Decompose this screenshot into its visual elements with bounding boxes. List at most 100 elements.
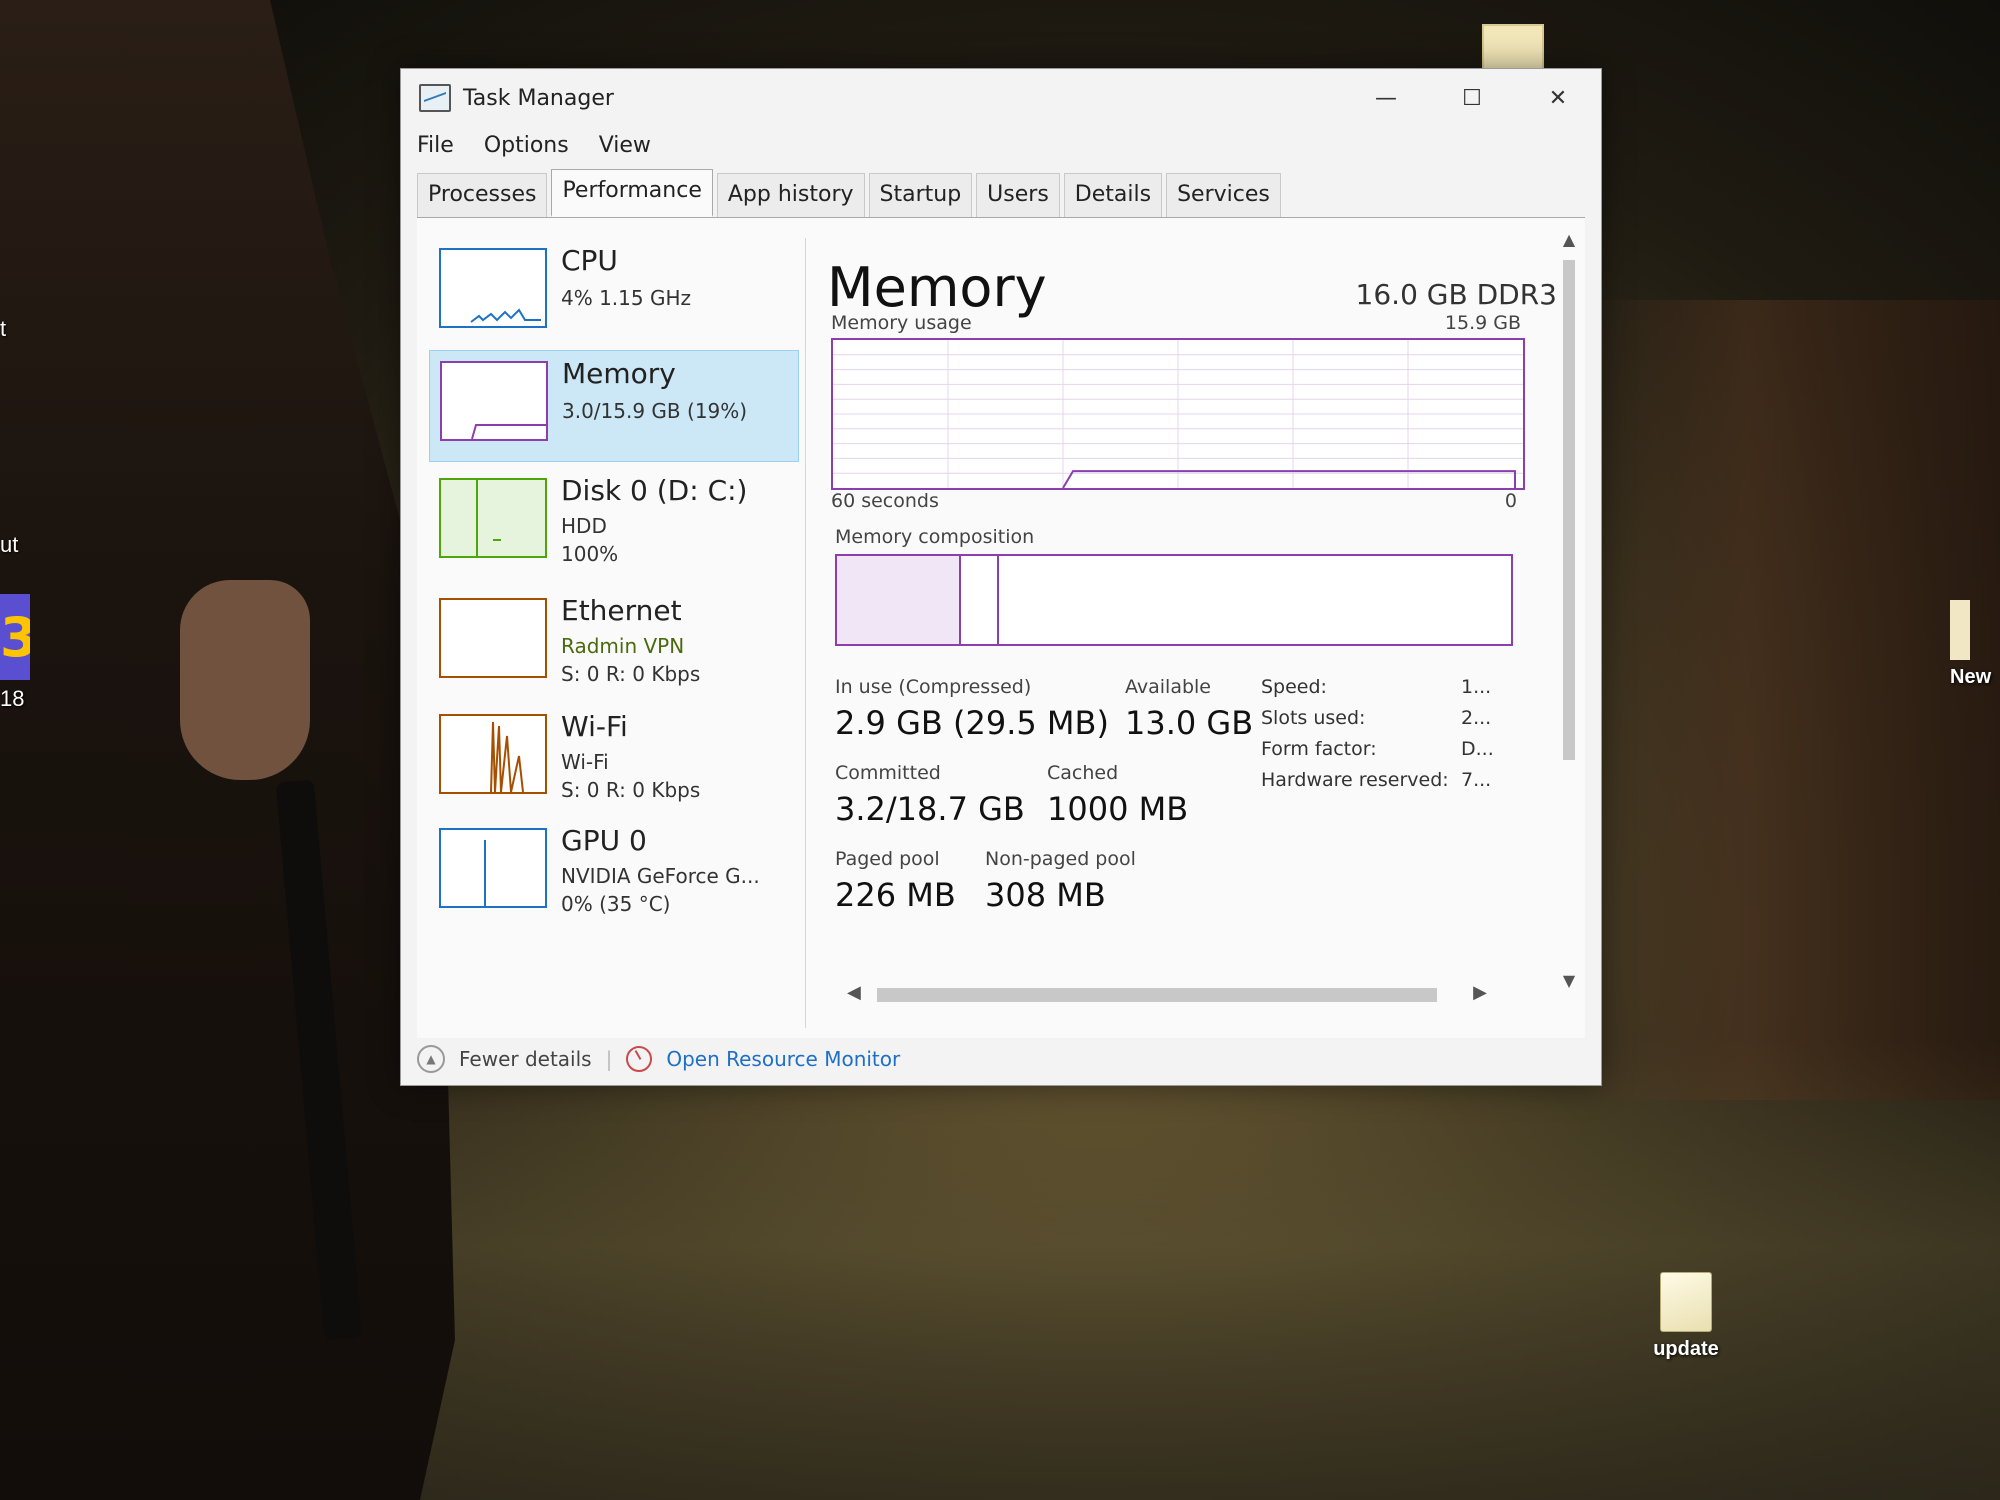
sidebar-item-sub: Radmin VPN [561, 634, 685, 658]
scroll-right-icon[interactable]: ▶ [1473, 982, 1487, 1003]
folder-icon [1660, 1272, 1712, 1332]
paged-pool-label: Paged pool [835, 848, 940, 870]
desktop-app-tile[interactable]: 3 [0, 594, 30, 680]
desktop-edge-text: ut [0, 532, 19, 557]
time-axis-left: 60 seconds [831, 490, 939, 512]
spec-slots-value: 2... [1461, 707, 1492, 729]
sidebar-item-sub2: S: 0 R: 0 Kbps [561, 778, 701, 802]
sidebar-item-label: GPU 0 [561, 824, 647, 857]
tab-performance[interactable]: Performance [551, 169, 713, 217]
close-button[interactable]: ✕ [1515, 69, 1601, 127]
desktop-edge-text: t [0, 316, 7, 341]
time-axis-right: 0 [1504, 490, 1517, 512]
scroll-thumb[interactable] [1563, 260, 1575, 760]
memory-composition-label: Memory composition [835, 526, 1035, 548]
sidebar-item-cpu[interactable]: CPU 4% 1.15 GHz [429, 238, 797, 348]
resource-sidebar: CPU 4% 1.15 GHz Memory 3.0/15.9 GB (19%)… [417, 238, 806, 1028]
task-manager-icon [419, 84, 451, 112]
menu-bar: File Options View [417, 133, 651, 158]
ethernet-mini-graph [439, 598, 547, 678]
sidebar-item-sub: HDD [561, 514, 607, 538]
footer-divider: | [605, 1047, 613, 1071]
sidebar-item-label: CPU [561, 244, 618, 277]
in-use-value: 2.9 GB (29.5 MB) [835, 704, 1109, 742]
desktop-icon-top[interactable] [1482, 24, 1544, 72]
sidebar-item-disk[interactable]: Disk 0 (D: C:) HDD 100% [429, 468, 797, 578]
page-title: Memory [827, 256, 1047, 319]
title-bar[interactable]: Task Manager — ☐ ✕ [401, 69, 1601, 127]
memory-usage-max: 15.9 GB [1444, 312, 1521, 334]
tab-bar: Processes Performance App history Startu… [417, 169, 1285, 217]
scroll-up-icon[interactable]: ▲ [1557, 230, 1581, 249]
sidebar-item-gpu[interactable]: GPU 0 NVIDIA GeForce G... 0% (35 °C) [429, 818, 797, 928]
tab-processes[interactable]: Processes [417, 173, 548, 217]
memory-detail-panel: Memory 16.0 GB DDR3 Memory usage 15.9 GB… [827, 242, 1557, 1002]
spec-form-value: D... [1461, 738, 1494, 760]
menu-view[interactable]: View [599, 133, 651, 158]
tab-app-history[interactable]: App history [716, 173, 865, 217]
scroll-down-icon[interactable]: ▼ [1557, 971, 1581, 990]
wallpaper-hand [180, 580, 310, 780]
performance-panel: CPU 4% 1.15 GHz Memory 3.0/15.9 GB (19%)… [417, 217, 1585, 1038]
spec-speed-label: Speed: [1261, 676, 1327, 698]
tab-users[interactable]: Users [976, 173, 1060, 217]
memory-usage-label: Memory usage [831, 312, 972, 334]
desktop-edge-text: 18 [0, 686, 25, 711]
tab-services[interactable]: Services [1166, 173, 1281, 217]
tab-startup[interactable]: Startup [868, 173, 973, 217]
memory-composition-bar [835, 554, 1513, 646]
scroll-left-icon[interactable]: ◀ [847, 982, 861, 1003]
sidebar-item-sub: 4% 1.15 GHz [561, 286, 692, 310]
wifi-mini-graph [439, 714, 547, 794]
open-resource-monitor-link[interactable]: Open Resource Monitor [666, 1047, 900, 1071]
sidebar-item-memory[interactable]: Memory 3.0/15.9 GB (19%) [429, 350, 799, 462]
sidebar-item-sub2: 0% (35 °C) [561, 892, 671, 916]
sidebar-item-sub: NVIDIA GeForce G... [561, 864, 760, 888]
background-wall [1580, 300, 2000, 1100]
spec-reserved-value: 7... [1461, 769, 1492, 791]
sidebar-item-label: Wi-Fi [561, 710, 628, 743]
window-title: Task Manager [463, 85, 614, 111]
sidebar-item-sub: 3.0/15.9 GB (19%) [562, 399, 748, 423]
tab-details[interactable]: Details [1063, 173, 1163, 217]
composition-in-use [837, 556, 961, 644]
disk-mini-graph [439, 478, 547, 558]
committed-value: 3.2/18.7 GB [835, 790, 1025, 828]
nonpaged-pool-label: Non-paged pool [985, 848, 1136, 870]
scroll-thumb-horizontal[interactable] [877, 988, 1437, 1002]
vertical-scrollbar[interactable]: ▲ ▼ [1557, 230, 1581, 990]
committed-label: Committed [835, 762, 941, 784]
footer-bar: ▲ Fewer details | Open Resource Monitor [417, 1037, 900, 1081]
cached-label: Cached [1047, 762, 1119, 784]
desktop-icon-new[interactable]: New [1950, 600, 2000, 689]
memory-spec: 16.0 GB DDR3 [1355, 278, 1557, 311]
maximize-button[interactable]: ☐ [1429, 69, 1515, 127]
spec-form-label: Form factor: [1261, 738, 1377, 760]
sidebar-item-ethernet[interactable]: Ethernet Radmin VPN S: 0 R: 0 Kbps [429, 588, 797, 698]
fewer-details-link[interactable]: Fewer details [459, 1047, 592, 1071]
paged-pool-value: 226 MB [835, 876, 956, 914]
available-label: Available [1125, 676, 1212, 698]
composition-modified [961, 556, 999, 644]
resource-monitor-icon [626, 1046, 653, 1072]
menu-options[interactable]: Options [484, 133, 569, 158]
sidebar-item-sub2: 100% [561, 542, 619, 566]
menu-file[interactable]: File [417, 133, 454, 158]
sidebar-item-label: Ethernet [561, 594, 682, 627]
chevron-up-icon[interactable]: ▲ [417, 1045, 445, 1073]
memory-usage-graph [831, 338, 1525, 490]
in-use-label: In use (Compressed) [835, 676, 1032, 698]
sidebar-item-label: Disk 0 (D: C:) [561, 474, 748, 507]
horizontal-scrollbar[interactable]: ◀ ▶ [847, 982, 1487, 1008]
desktop-icon-update[interactable]: update [1646, 1272, 1726, 1361]
spec-slots-label: Slots used: [1261, 707, 1366, 729]
cpu-mini-graph [439, 248, 547, 328]
minimize-button[interactable]: — [1343, 69, 1429, 127]
spec-reserved-label: Hardware reserved: [1261, 769, 1449, 791]
sidebar-item-wifi[interactable]: Wi-Fi Wi-Fi S: 0 R: 0 Kbps [429, 704, 797, 814]
sidebar-item-label: Memory [562, 357, 676, 390]
cached-value: 1000 MB [1047, 790, 1189, 828]
available-value: 13.0 GB [1125, 704, 1254, 742]
folder-icon [1950, 600, 1970, 660]
gpu-mini-graph [439, 828, 547, 908]
